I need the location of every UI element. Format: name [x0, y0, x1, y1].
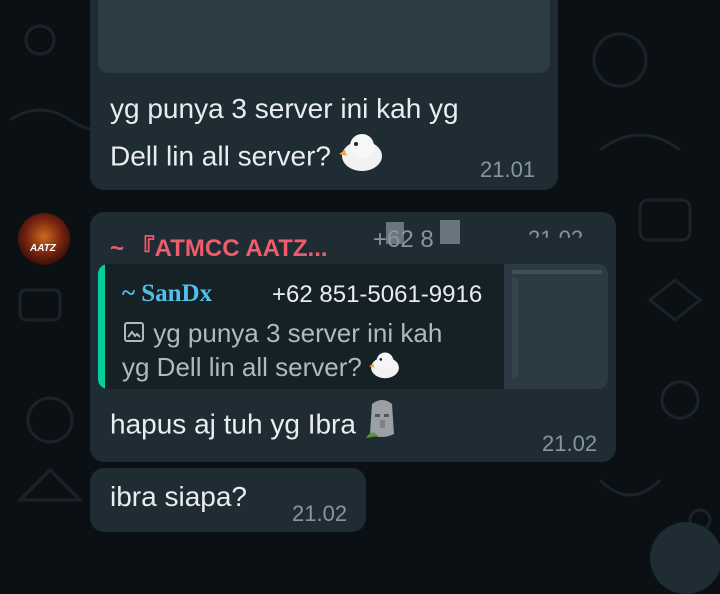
- avatar-label: AATZ: [30, 243, 56, 254]
- quote-sender-phone: +62 851-5061-9916: [272, 281, 483, 308]
- redacted-mark: [440, 220, 460, 244]
- message-text-line: yg punya 3 server ini kah yg: [110, 93, 459, 124]
- avatar[interactable]: AATZ: [18, 213, 70, 265]
- redacted-mark: [386, 222, 404, 244]
- moai-icon: [364, 398, 400, 454]
- scroll-down-button[interactable]: [650, 522, 720, 594]
- message-text-line: hapus aj tuh yg Ibra: [110, 398, 400, 454]
- message-bubble[interactable]: yg punya 3 server ini kah yg Dell lin al…: [90, 0, 558, 190]
- quote-sender-name: ~ SanDx: [122, 280, 213, 307]
- message-text: ibra siapa?: [110, 481, 247, 512]
- quote-text-line: yg Dell lin all server?: [122, 350, 401, 387]
- sender-name[interactable]: ~ 『ATMCC AATZ...: [110, 228, 328, 263]
- thumbnail-detail: [512, 278, 518, 378]
- quoted-message[interactable]: ~ SanDx +62 851-5061-9916 yg punya 3 ser…: [98, 264, 608, 389]
- quote-text-line: yg punya 3 server ini kah: [122, 316, 442, 352]
- message-text-line: Dell lin all server?: [110, 140, 331, 172]
- thumbnail-detail: [512, 270, 602, 274]
- quote-accent-bar: [98, 264, 105, 389]
- sender-time: 21.02: [528, 226, 584, 251]
- message-bubble[interactable]: ~ 『ATMCC AATZ... +62 8 21.02 ~ SanDx +62…: [90, 212, 616, 462]
- message-time: 21.01: [480, 157, 536, 182]
- image-attachment[interactable]: [98, 0, 550, 73]
- quote-text: yg punya 3 server ini kah: [153, 318, 443, 348]
- message-time: 21.02: [292, 501, 348, 526]
- quote-thumbnail[interactable]: [504, 264, 608, 389]
- message-text-line: Dell lin all server?: [110, 132, 385, 184]
- message-bubble[interactable]: ibra siapa? 21.02: [90, 468, 366, 532]
- duck-icon: [369, 351, 401, 387]
- message-time: 21.02: [542, 431, 598, 456]
- duck-icon: [338, 132, 385, 184]
- quote-text: yg Dell lin all server?: [122, 352, 362, 382]
- image-icon: [122, 318, 146, 352]
- message-text: hapus aj tuh yg Ibra: [110, 408, 356, 440]
